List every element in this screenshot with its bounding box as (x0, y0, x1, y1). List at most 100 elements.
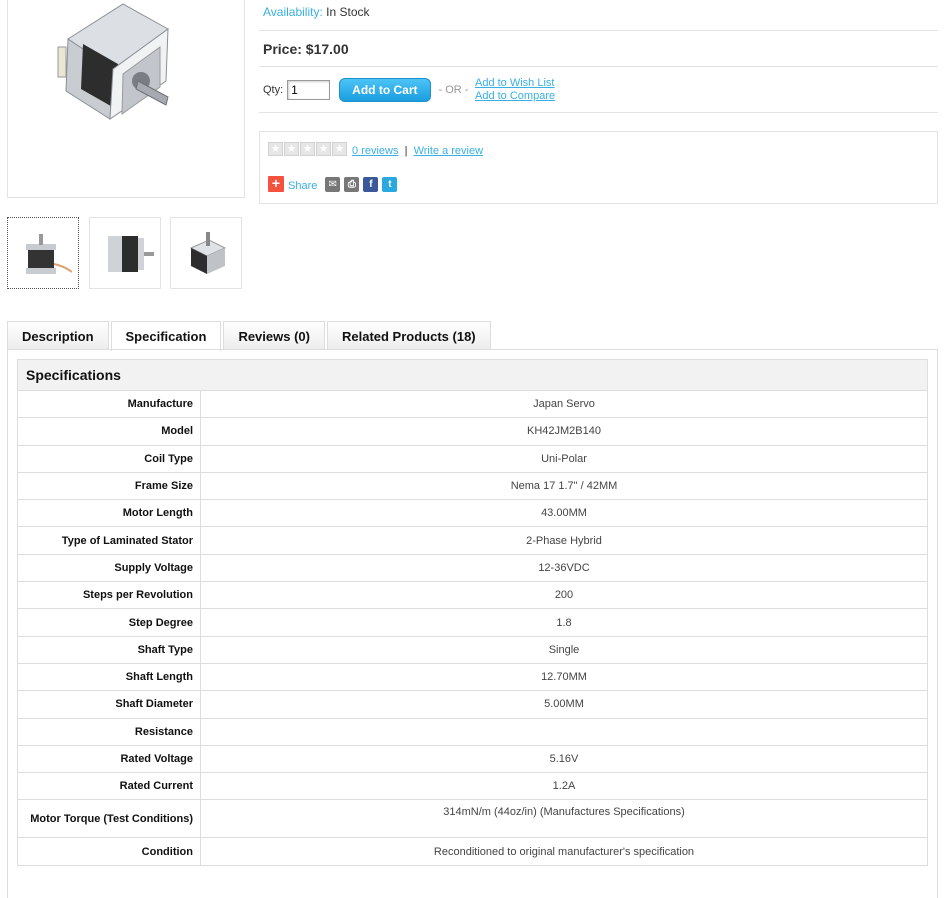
spec-value (200, 717, 928, 746)
spec-value: 1.8 (200, 608, 928, 637)
spec-row: Shaft Type Single (17, 635, 928, 664)
spec-key: Steps per Revolution (17, 581, 201, 610)
tab-specification[interactable]: Specification (110, 321, 222, 351)
or-separator: - OR - (438, 84, 469, 96)
share-plus-icon[interactable]: + (268, 176, 284, 192)
spec-key: Manufacture (17, 389, 201, 419)
review-share-box: ★ ★ ★ ★ ★ 0 reviews | Write a review + S… (259, 131, 938, 204)
star-icon: ★ (316, 142, 331, 156)
spec-key: Supply Voltage (17, 553, 201, 583)
spec-key: Shaft Length (17, 662, 201, 692)
email-icon[interactable]: ✉ (325, 177, 341, 192)
spec-key: Motor Torque (Test Conditions) (17, 799, 201, 839)
wishlist-compare-links: Add to Wish List Add to Compare (475, 77, 555, 103)
spec-value: 1.2A (200, 772, 928, 801)
share-bar: + Share ✉ ⎙ f t (268, 176, 398, 192)
divider (259, 112, 938, 113)
spec-row: Rated Current 1.2A (17, 772, 928, 801)
spec-table-body: Manufacture Japan Servo Model KH42JM2B140 Co… (17, 389, 928, 866)
spec-value: 12-36VDC (200, 553, 928, 583)
specification-table: Specifications Manufacture Japan Servo Mod… (17, 359, 928, 866)
spec-value: 12.70MM (200, 662, 928, 692)
spec-row: Shaft Length 12.70MM (17, 662, 928, 692)
thumbnail-2[interactable] (89, 217, 161, 289)
spec-value: KH42JM2B140 (200, 417, 928, 446)
cart-row: Qty: Add to Cart - OR - (263, 78, 468, 102)
spec-key: Motor Length (17, 499, 201, 528)
spec-value: Single (200, 635, 928, 664)
reviews-count-link[interactable]: 0 reviews (352, 145, 398, 157)
spec-row: Rated Voltage 5.16V (17, 744, 928, 774)
print-icon[interactable]: ⎙ (344, 177, 360, 192)
divider (259, 66, 938, 67)
spec-value: Reconditioned to original manufacturer's… (200, 837, 928, 866)
spec-value: 5.16V (200, 744, 928, 774)
tab-description[interactable]: Description (7, 321, 109, 350)
spec-row: Shaft Diameter 5.00MM (17, 690, 928, 719)
spec-table-title: Specifications (17, 359, 928, 391)
spec-value: Nema 17 1.7" / 42MM (200, 471, 928, 501)
stepper-motor-image (57, 3, 169, 120)
availability-value: In Stock (326, 5, 370, 19)
qty-input[interactable] (287, 80, 331, 100)
spec-key: Coil Type (17, 444, 201, 473)
spec-value: Uni-Polar (200, 444, 928, 473)
availability: Availability: In Stock (263, 5, 370, 19)
add-to-wishlist-link[interactable]: Add to Wish List (475, 77, 555, 90)
thumbnail-3[interactable] (170, 217, 242, 289)
spec-key: Model (17, 417, 201, 446)
spec-row: Model KH42JM2B140 (17, 417, 928, 446)
product-tabs: Description Specification Reviews (0) Re… (7, 321, 493, 351)
thumbnail-1[interactable] (7, 217, 79, 289)
write-review-link[interactable]: Write a review (414, 145, 483, 157)
spec-row: Frame Size Nema 17 1.7" / 42MM (17, 471, 928, 501)
spec-key: Rated Voltage (17, 744, 201, 774)
share-link[interactable]: Share (288, 180, 317, 192)
spec-key: Shaft Type (17, 635, 201, 664)
spec-row: Manufacture Japan Servo (17, 389, 928, 419)
price: Price: $17.00 (263, 41, 349, 57)
spec-value: 43.00MM (200, 499, 928, 528)
thumbnail-motor-image (108, 236, 154, 272)
review-links: 0 reviews | Write a review (352, 145, 483, 157)
spec-row: Steps per Revolution 200 (17, 581, 928, 610)
thumbnail-motor-image (189, 232, 227, 274)
twitter-icon[interactable]: t (382, 177, 398, 192)
star-icon: ★ (300, 142, 315, 156)
rating-stars: ★ ★ ★ ★ ★ (268, 142, 347, 156)
spec-row: Supply Voltage 12-36VDC (17, 553, 928, 583)
thumbnail-motor-image (26, 234, 72, 274)
spec-row: Coil Type Uni-Polar (17, 444, 928, 473)
spec-key: Frame Size (17, 471, 201, 501)
spec-value: 200 (200, 581, 928, 610)
spec-row: Motor Torque (Test Conditions) 314mN/m (4… (17, 799, 928, 839)
star-icon: ★ (268, 142, 283, 156)
tab-reviews[interactable]: Reviews (0) (223, 321, 325, 350)
spec-key: Condition (17, 837, 201, 866)
spec-key: Step Degree (17, 608, 201, 637)
spec-value: 5.00MM (200, 690, 928, 719)
review-separator: | (404, 145, 408, 157)
add-to-compare-link[interactable]: Add to Compare (475, 90, 555, 103)
spec-value: 314mN/m (44oz/in) (Manufactures Specific… (200, 799, 928, 839)
spec-row: Resistance (17, 717, 928, 746)
spec-value: 2-Phase Hybrid (200, 526, 928, 555)
product-main-image[interactable] (7, 0, 245, 198)
star-icon: ★ (332, 142, 347, 156)
facebook-icon[interactable]: f (363, 177, 379, 192)
spec-row: Step Degree 1.8 (17, 608, 928, 637)
spec-key: Type of Laminated Stator (17, 526, 201, 555)
tab-related-products[interactable]: Related Products (18) (326, 321, 491, 350)
spec-value: Japan Servo (200, 389, 928, 419)
spec-row: Type of Laminated Stator 2-Phase Hybrid (17, 526, 928, 555)
spec-key: Shaft Diameter (17, 690, 201, 719)
add-to-cart-button[interactable]: Add to Cart (339, 78, 431, 102)
qty-label: Qty: (263, 84, 284, 96)
divider (259, 30, 938, 31)
spec-key: Resistance (17, 717, 201, 746)
spec-row: Motor Length 43.00MM (17, 499, 928, 528)
spec-row: Condition Reconditioned to original manuf… (17, 837, 928, 866)
availability-label: Availability: (263, 5, 323, 19)
spec-key: Rated Current (17, 772, 201, 801)
star-icon: ★ (284, 142, 299, 156)
